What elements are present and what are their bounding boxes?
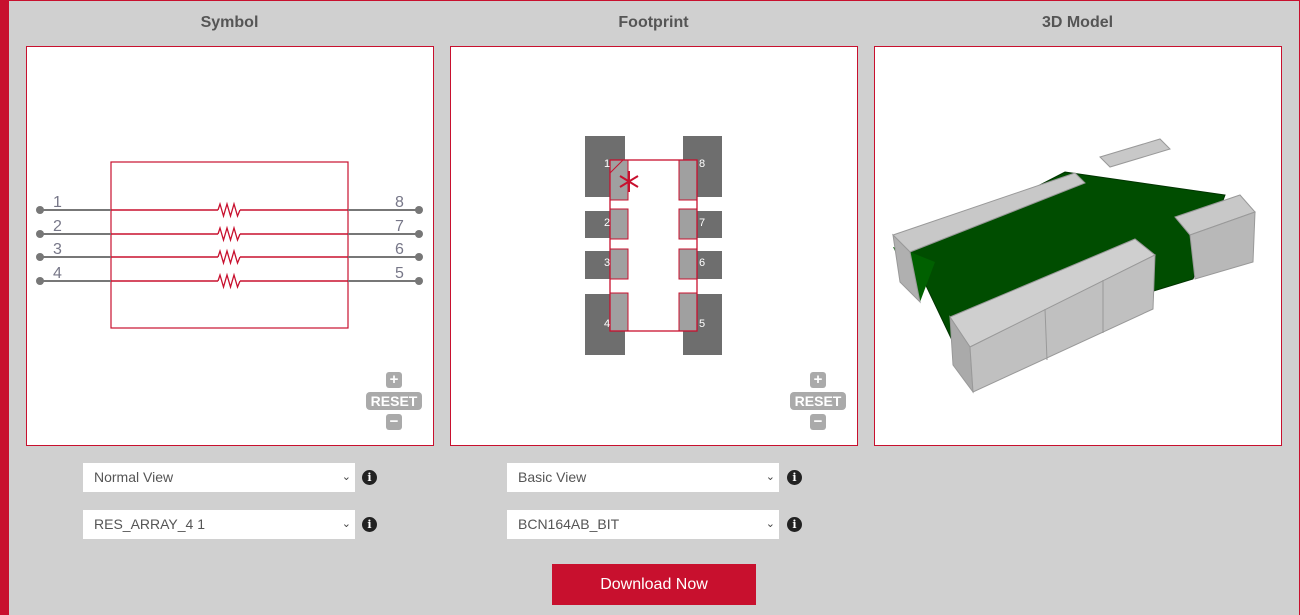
footprint-title: Footprint xyxy=(618,14,689,31)
selected-value: RES_ARRAY_4 1 xyxy=(94,516,206,532)
pin-label: 5 xyxy=(395,265,404,282)
pad-label: 4 xyxy=(604,318,610,330)
pin-dot xyxy=(415,277,423,285)
pin-label: 7 xyxy=(395,218,404,235)
pad-outline xyxy=(609,248,629,280)
pin-dot xyxy=(415,230,423,238)
pad-outline xyxy=(678,292,698,332)
footprint-variant-select[interactable]: BCN164AB_BIT ⌄ xyxy=(507,510,779,539)
zoom-out-button[interactable]: − xyxy=(386,414,402,430)
selected-value: Basic View xyxy=(518,469,587,485)
pin-dot xyxy=(36,277,44,285)
pin-dot xyxy=(415,206,423,214)
selected-value: BCN164AB_BIT xyxy=(518,516,620,532)
pad-label: 7 xyxy=(699,217,705,229)
pin-dot xyxy=(36,206,44,214)
info-icon[interactable]: i xyxy=(787,470,802,485)
pad-outline xyxy=(678,208,698,240)
zoom-in-button[interactable]: + xyxy=(386,372,402,388)
pin-dot xyxy=(415,253,423,261)
footprint-viewer[interactable]: 1 8 2 7 3 6 4 5 + RESET − xyxy=(450,46,858,446)
3d-model-viewer[interactable] xyxy=(874,46,1282,446)
reset-button[interactable]: RESET xyxy=(790,392,846,410)
top-border xyxy=(0,0,1300,1)
symbol-variant-select[interactable]: RES_ARRAY_4 1 ⌄ xyxy=(83,510,355,539)
pin-dot xyxy=(36,253,44,261)
zoom-in-button[interactable]: + xyxy=(810,372,826,388)
left-accent-bar xyxy=(0,0,9,615)
footprint-view-select[interactable]: Basic View ⌄ xyxy=(507,463,779,492)
info-icon[interactable]: i xyxy=(787,517,802,532)
download-now-button[interactable]: Download Now xyxy=(552,564,756,605)
chevron-down-icon: ⌄ xyxy=(765,471,775,483)
symbol-title: Symbol xyxy=(200,14,259,31)
pin-dot xyxy=(36,230,44,238)
chevron-down-icon: ⌄ xyxy=(765,518,775,530)
symbol-viewer[interactable]: 1 8 2 7 3 6 4 5 + RESET − xyxy=(26,46,434,446)
resistor-symbol xyxy=(217,248,241,266)
zoom-out-button[interactable]: − xyxy=(810,414,826,430)
resistor-symbol xyxy=(217,201,241,219)
selected-value: Normal View xyxy=(94,469,174,485)
pad-label: 8 xyxy=(699,158,705,170)
info-icon[interactable]: i xyxy=(362,517,377,532)
resistor-symbol xyxy=(217,225,241,243)
pin-label: 4 xyxy=(53,265,62,282)
reset-button[interactable]: RESET xyxy=(366,392,422,410)
pad-outline xyxy=(609,208,629,240)
info-icon[interactable]: i xyxy=(362,470,377,485)
pad-outline xyxy=(678,248,698,280)
pad-label: 6 xyxy=(699,257,705,269)
pin-label: 6 xyxy=(395,241,404,258)
3d-model-render xyxy=(892,138,1256,394)
pin-label: 3 xyxy=(53,241,62,258)
pad-label: 1 xyxy=(604,158,610,170)
pin-label: 8 xyxy=(395,194,404,211)
pad-outline xyxy=(678,159,698,201)
pin-label: 1 xyxy=(53,194,62,211)
pad-label: 2 xyxy=(604,217,610,229)
chevron-down-icon: ⌄ xyxy=(341,471,351,483)
resistor-symbol xyxy=(217,272,241,290)
symbol-view-select[interactable]: Normal View ⌄ xyxy=(83,463,355,492)
pad-outline xyxy=(609,292,629,332)
pin-label: 2 xyxy=(53,218,62,235)
chevron-down-icon: ⌄ xyxy=(341,518,351,530)
pad-label: 3 xyxy=(604,257,610,269)
model-title: 3D Model xyxy=(1041,14,1114,31)
pad-label: 5 xyxy=(699,318,705,330)
